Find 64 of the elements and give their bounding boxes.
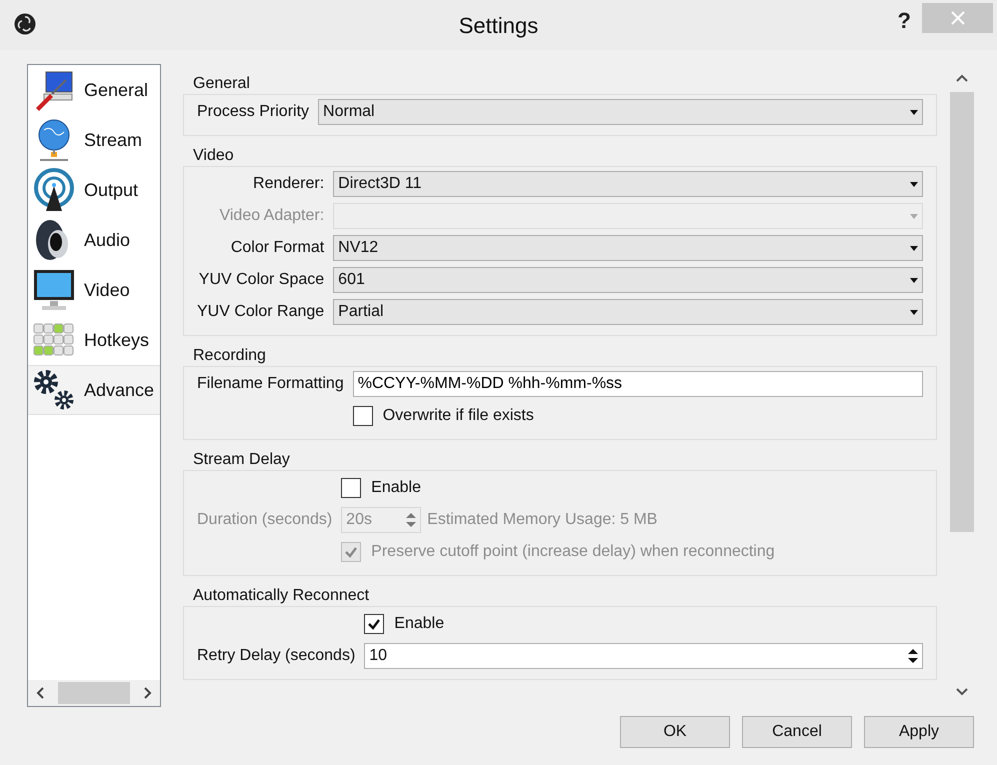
dialog-button[interactable]: Cancel — [742, 716, 852, 748]
app-logo-icon — [14, 13, 36, 35]
broadcast-antenna-icon — [32, 168, 76, 212]
chevron-left-icon — [36, 687, 44, 699]
dropdown[interactable]: 601 — [333, 267, 923, 293]
close-icon — [950, 11, 964, 25]
chevron-up-icon — [956, 74, 968, 82]
spin-box[interactable]: 10 — [364, 643, 923, 669]
field-label: Color Format — [230, 238, 324, 258]
dropdown[interactable]: Normal — [318, 99, 923, 125]
section-title: Stream Delay — [192, 450, 291, 470]
chevron-right-icon — [144, 687, 152, 699]
field-label: Duration (seconds) — [197, 510, 332, 530]
sidebar-item[interactable]: Audio — [28, 215, 160, 265]
checkbox-label: Enable — [371, 478, 421, 498]
caret-icon — [910, 110, 918, 114]
checkmark-icon — [367, 617, 382, 631]
section-title: Recording — [192, 346, 267, 366]
horizontal-scrollbar[interactable] — [28, 680, 160, 706]
checkbox[interactable] — [352, 406, 373, 426]
sidebar-item[interactable]: Stream — [28, 115, 160, 165]
dropdown[interactable]: NV12 — [333, 235, 923, 261]
caret-icon — [910, 214, 918, 218]
field-label: Retry Delay (seconds) — [197, 646, 356, 666]
window-title: Settings — [458, 12, 538, 40]
checkbox-label: Enable — [394, 614, 444, 634]
spinner-arrows-icon — [404, 510, 418, 530]
scrollbar-thumb[interactable] — [950, 92, 974, 532]
sidebar-item[interactable]: Advance — [28, 365, 160, 415]
close-button[interactable] — [922, 3, 993, 33]
section-title: General — [192, 74, 251, 94]
dropdown[interactable]: Direct3D 11 — [333, 171, 923, 197]
sidebar-item[interactable]: Video — [28, 265, 160, 315]
caret-icon — [910, 310, 918, 314]
caret-icon — [910, 182, 918, 186]
scrollbar-thumb[interactable] — [58, 682, 130, 704]
sidebar-item[interactable]: General — [28, 65, 160, 115]
field-label: Process Priority — [197, 102, 310, 122]
field-label: YUV Color Space — [198, 270, 324, 290]
field-label: Filename Formatting — [197, 374, 344, 394]
spinner-arrows-icon — [906, 646, 920, 666]
memory-usage-text: Estimated Memory Usage: 5 MB — [427, 510, 658, 530]
sidebar-item[interactable]: Output — [28, 165, 160, 215]
checkmark-icon — [344, 545, 358, 559]
caret-icon — [910, 278, 918, 282]
checkbox[interactable] — [364, 614, 384, 634]
section-title: Automatically Reconnect — [192, 586, 370, 606]
chevron-down-icon — [956, 688, 968, 696]
field-label: Video Adapter: — [218, 206, 324, 226]
checkbox-label: Preserve cutoff point (increase delay) when reconnecting — [371, 542, 775, 562]
dialog-button[interactable]: OK — [620, 716, 730, 748]
checkbox-label: Overwrite if file exists — [382, 406, 534, 426]
monitor-icon — [32, 268, 76, 312]
caret-icon — [910, 246, 918, 250]
checkbox[interactable] — [341, 478, 362, 498]
help-button[interactable]: ? — [898, 4, 911, 37]
sidebar-item[interactable]: Hotkeys — [28, 315, 160, 365]
input-field[interactable]: %CCYY-%MM-%DD %hh-%mm-%ss — [352, 371, 923, 397]
dropdown[interactable]: Partial — [333, 299, 923, 325]
field-label: Renderer: — [252, 174, 324, 194]
dialog-button[interactable]: Apply — [864, 716, 974, 748]
field-label: YUV Color Range — [197, 302, 324, 322]
gears-icon — [32, 368, 76, 412]
section-title: Video — [192, 146, 235, 166]
